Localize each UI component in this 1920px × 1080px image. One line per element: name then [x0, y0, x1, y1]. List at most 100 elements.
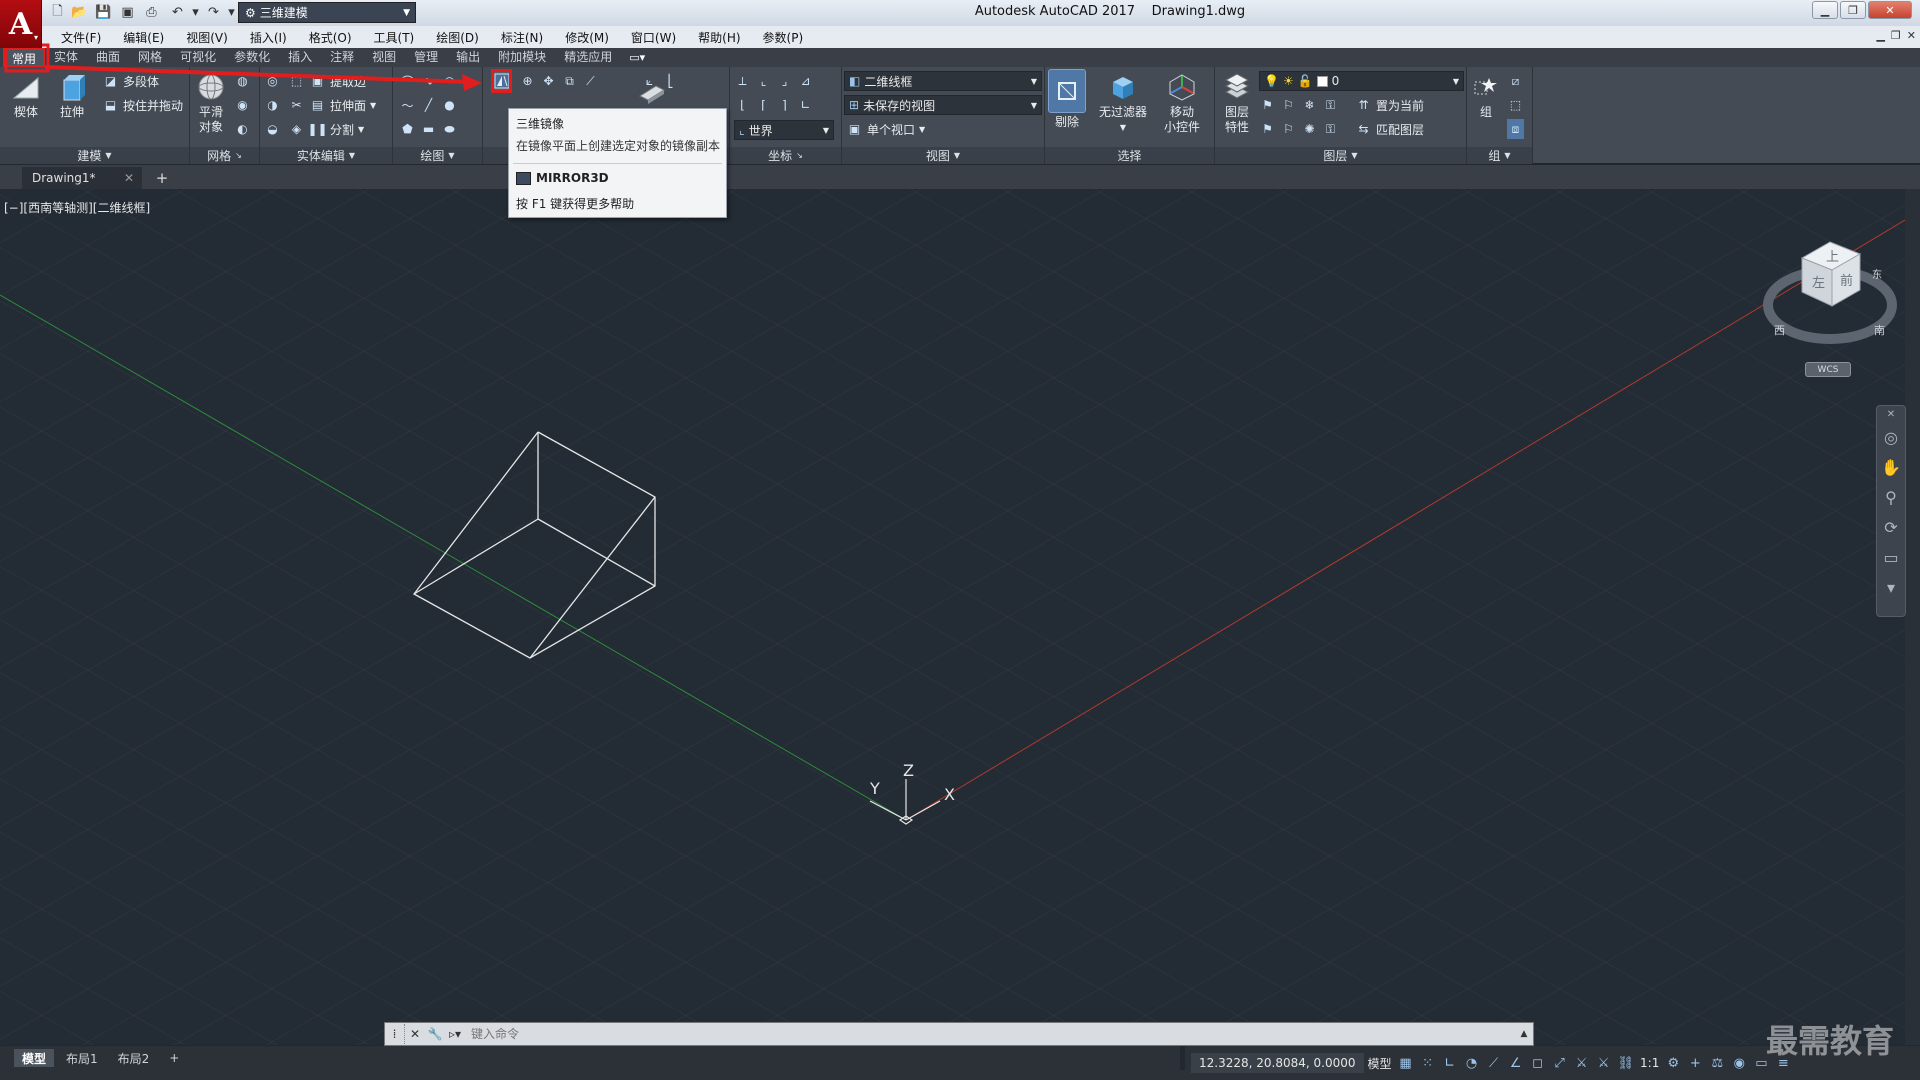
menu-insert[interactable]: 插入(I) — [239, 29, 298, 46]
document-tab[interactable]: Drawing1* ✕ — [22, 167, 142, 189]
panel-title-solid-editing[interactable]: 实体编辑 ▼ — [260, 147, 392, 164]
viewport-config-button[interactable]: ▣ 单个视口 ▼ — [846, 119, 925, 139]
tab-parametric[interactable]: 参数化 — [225, 48, 279, 67]
mesh-tool-1[interactable]: ◍ — [234, 71, 251, 91]
doc-close-icon[interactable]: ✕ — [1907, 29, 1916, 42]
named-view-select[interactable]: ⊞ 未保存的视图 ▼ — [844, 95, 1042, 115]
layer-tools-row-2[interactable]: ⚑ ⚐ ✺ ⚿ — [1259, 119, 1339, 139]
polysolid-button[interactable]: ◪ 多段体 — [102, 71, 159, 91]
mesh-tool-2[interactable]: ◉ — [234, 95, 251, 115]
chevron-up-icon[interactable]: ▲ — [1515, 1029, 1533, 1039]
zoom-icon[interactable]: ⚲ — [1877, 482, 1905, 512]
menu-draw[interactable]: 绘图(D) — [425, 29, 490, 46]
menu-view[interactable]: 视图(V) — [175, 29, 239, 46]
smooth-object-button[interactable]: 平滑 对象 — [193, 71, 229, 135]
command-grip-icon[interactable]: ⁞ — [385, 1024, 405, 1044]
close-icon[interactable]: ✕ — [405, 1024, 425, 1044]
panel-title-groups[interactable]: 组 ▼ — [1467, 147, 1532, 164]
menu-help[interactable]: 帮助(H) — [687, 29, 751, 46]
coordinates-row-1[interactable]: ⟂ ⌞ ⌟ ⊿ — [734, 71, 814, 91]
object-snap-icon[interactable]: ◻ — [1528, 1052, 1548, 1074]
tab-addins[interactable]: 附加模块 — [489, 48, 555, 67]
print-icon[interactable]: ⎙ — [142, 3, 161, 22]
coordinates-row-2[interactable]: ⌊ ⌈ ⌉ ∟ — [734, 95, 814, 115]
save-as-icon[interactable]: ▣ — [118, 3, 137, 22]
new-file-icon[interactable]: 🗋 — [48, 3, 67, 22]
redo-icon[interactable]: ↷ — [204, 3, 223, 22]
ungroup-button[interactable]: ⧄ — [1507, 71, 1524, 91]
union-button[interactable]: ◎ — [264, 71, 281, 91]
tab-visualize[interactable]: 可视化 — [171, 48, 225, 67]
make-current-button[interactable]: ⇈ 置为当前 — [1355, 95, 1424, 115]
menu-format[interactable]: 格式(O) — [298, 29, 363, 46]
wcs-menu-button[interactable]: WCS — [1805, 362, 1851, 377]
menu-parametric[interactable]: 参数(P) — [752, 29, 815, 46]
navbar-close-icon[interactable]: ✕ — [1877, 406, 1905, 422]
showmotion-icon[interactable]: ▭ — [1877, 542, 1905, 572]
tab-insert[interactable]: 插入 — [279, 48, 321, 67]
close-button[interactable]: ✕ — [1868, 1, 1912, 19]
draw-tool-row-2[interactable]: 〜 ╱ ● — [399, 95, 458, 115]
mirror3d-button[interactable] — [491, 69, 512, 93]
undo-icon[interactable]: ↶ — [168, 3, 187, 22]
mesh-tool-3[interactable]: ◐ — [234, 119, 251, 139]
ribbon-display-toggle-icon[interactable]: ▭▾ — [629, 51, 645, 64]
drawing-viewport[interactable]: [−][西南等轴测][二维线框] Z Y X — [0, 189, 1905, 1045]
application-menu-button[interactable]: A ▾ — [0, 0, 42, 48]
match-layer-button[interactable]: ⇆ 匹配图层 — [1355, 119, 1424, 139]
no-filter-button[interactable]: 无过滤器 ▼ — [1093, 71, 1153, 135]
tab-surface[interactable]: 曲面 — [87, 48, 129, 67]
tab-home[interactable]: 常用 — [3, 48, 46, 67]
group-select-toggle[interactable]: ⧈ — [1507, 119, 1524, 139]
object-snap-tracking-icon[interactable]: ∠ — [1506, 1052, 1526, 1074]
wedge-button[interactable]: 楔体 — [8, 71, 44, 120]
extrude-button[interactable]: 拉伸 — [54, 71, 90, 120]
orbit-icon[interactable]: ⟳ — [1877, 512, 1905, 542]
menu-edit[interactable]: 编辑(E) — [112, 29, 175, 46]
workspace-select[interactable]: ⚙ 三维建模 ▼ — [238, 2, 416, 23]
dynamic-ucs-icon[interactable]: ⤢ — [1550, 1052, 1570, 1074]
tab-layout1[interactable]: 布局1 — [58, 1049, 106, 1067]
draw-tool-row-1[interactable]: ⌒ ∿ ◠ — [399, 71, 458, 91]
layer-properties-button[interactable]: 图层 特性 — [1219, 71, 1255, 135]
workspace-gear-icon[interactable]: ⚙ — [1663, 1052, 1683, 1074]
ucs-select[interactable]: ⌞ 世界 ▼ — [734, 120, 834, 140]
modify-tool-row-1[interactable]: ⊕ ✥ ⧉ ⟋ — [519, 71, 599, 91]
doc-minimize-icon[interactable]: ▁ — [1876, 29, 1884, 42]
extrude-faces-button[interactable]: ✂ ▤ 拉伸面 ▼ — [288, 95, 376, 115]
panel-title-layers[interactable]: 图层 ▼ — [1215, 147, 1466, 164]
menu-window[interactable]: 窗口(W) — [620, 29, 687, 46]
open-file-icon[interactable]: 📂 — [70, 3, 89, 22]
tab-featured-apps[interactable]: 精选应用 — [555, 48, 621, 67]
presspull-button[interactable]: ⬓ 按住并拖动 — [102, 95, 183, 115]
recent-commands-icon[interactable]: ▹▾ — [445, 1024, 465, 1044]
visual-style-select[interactable]: ◧ 二维线框 ▼ — [844, 71, 1042, 91]
menu-modify[interactable]: 修改(M) — [554, 29, 620, 46]
isolate-objects-icon[interactable]: ◉ — [1729, 1052, 1749, 1074]
panel-title-draw[interactable]: 绘图 ▼ — [393, 147, 482, 164]
panel-title-view[interactable]: 视图 ▼ — [842, 147, 1044, 164]
annotation-scale-value[interactable]: 1:1 — [1638, 1052, 1661, 1074]
tab-model[interactable]: 模型 — [14, 1049, 55, 1067]
undo-dropdown-icon[interactable]: ▾ — [186, 3, 205, 22]
isodraft-icon[interactable]: ⟋ — [1484, 1052, 1504, 1074]
minimize-button[interactable]: ▁ — [1812, 1, 1838, 19]
model-space-toggle[interactable]: 模型 — [1366, 1052, 1394, 1074]
save-icon[interactable]: 💾 — [94, 3, 113, 22]
group-button[interactable]: 组 — [1471, 71, 1501, 120]
navbar-options-icon[interactable]: ▾ — [1877, 572, 1905, 602]
view-cube[interactable]: 上 左 前 西 南 东 — [1760, 230, 1900, 380]
cursor-coordinates[interactable]: 12.3228, 20.8084, 0.0000 — [1191, 1053, 1364, 1073]
pan-hand-icon[interactable]: ✋ — [1877, 452, 1905, 482]
units-icon[interactable]: ⚖ — [1707, 1052, 1727, 1074]
tab-solid[interactable]: 实体 — [45, 48, 87, 67]
auto-scale-icon[interactable]: ⚔ — [1594, 1052, 1614, 1074]
menu-file[interactable]: 文件(F) — [50, 29, 112, 46]
panel-title-modeling[interactable]: 建模 ▼ — [0, 147, 189, 164]
panel-title-mesh[interactable]: 网格 ↘ — [190, 147, 259, 164]
close-icon[interactable]: ✕ — [124, 171, 134, 185]
tab-manage[interactable]: 管理 — [405, 48, 447, 67]
ortho-icon[interactable]: ∟ — [1440, 1052, 1460, 1074]
snap-icon[interactable]: ⁙ — [1418, 1052, 1438, 1074]
wrench-icon[interactable]: 🔧 — [425, 1024, 445, 1044]
